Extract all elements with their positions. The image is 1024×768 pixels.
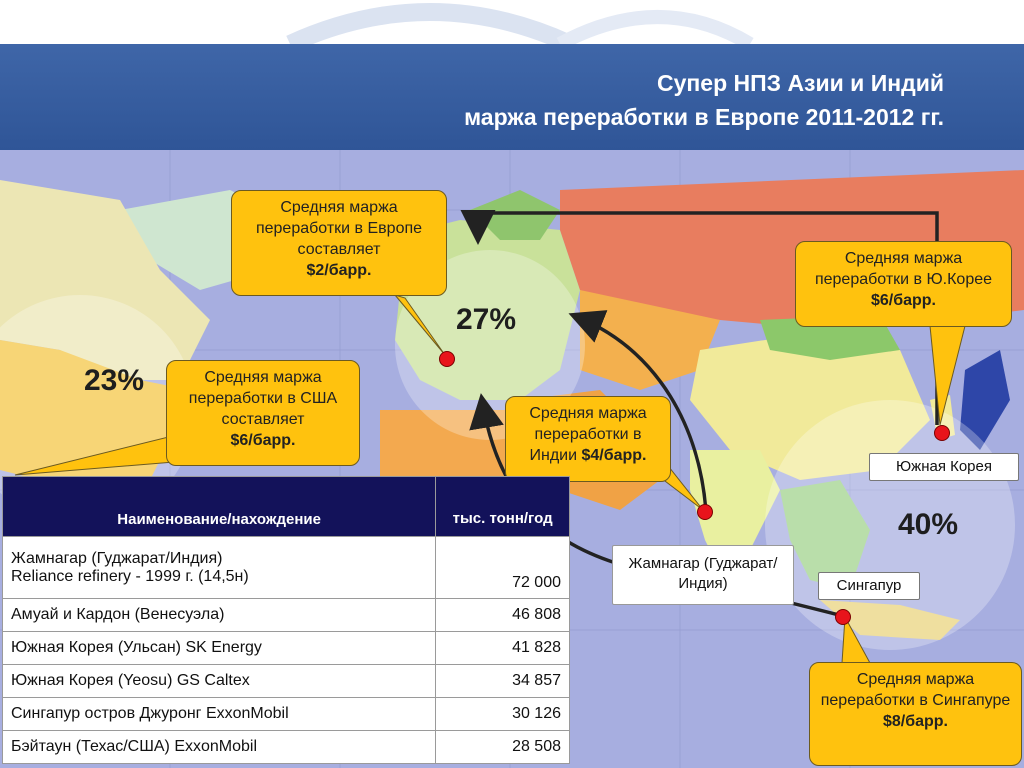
korea-margin-callout: Средняя маржа переработки в Ю.Корее $6/б… [795,241,1012,327]
singapore-margin-text: Средняя маржа переработки в Сингапуре [820,671,1011,709]
asia-share: 40% [898,508,959,541]
refinery-name-cell: Жамнагар (Гуджарат/Индия) Reliance refin… [1,536,437,599]
usa-margin-value: $6/барр. [230,432,296,449]
table-row: Амуай и Кардон (Венесуэла) 46 808 [1,598,570,632]
europe-margin-text: Средняя маржа переработки в Европе соста… [255,199,423,258]
refinery-name-cell: Сингапур остров Джуронг ExxonMobil [1,697,437,731]
decorative-swirl [286,3,754,44]
europe-margin-value: $2/барр. [306,262,372,279]
jamnagar-label: Жамнагар (Гуджарат/Индия) [612,545,794,605]
usa-share: 23% [84,364,145,397]
table-header-row: Наименование/нахождение тыс. тонн/год [1,476,570,537]
refinery-capacity-cell: 46 808 [435,598,570,632]
slide-title: Супер НПЗ Азии и Индий [656,70,944,96]
refinery-table: Наименование/нахождение тыс. тонн/год Жа… [1,476,570,764]
singapore-marker [835,609,851,625]
refinery-name-cell: Бэйтаун (Техас/США) ExxonMobil [1,730,437,764]
usa-margin-callout: Средняя маржа переработки в США составля… [166,360,360,466]
refinery-capacity-cell: 41 828 [435,631,570,665]
singapore-margin-value: $8/барр. [882,713,948,730]
korea-margin-text: Средняя маржа переработки в Ю.Корее [814,250,993,288]
refinery-capacity-cell: 72 000 [435,536,570,599]
slide-subtitle: маржа переработки в Европе 2011-2012 гг. [464,104,944,130]
korea-margin-value: $6/барр. [870,292,936,309]
singapore-label: Сингапур [818,572,920,600]
india-margin-callout: Средняя маржа переработки в Индии $4/бар… [505,396,671,482]
table-header-name: Наименование/нахождение [1,476,437,537]
refinery-name-cell: Южная Корея (Ульсан) SK Energy [1,631,437,665]
south-korea-label: Южная Корея [869,453,1019,481]
refinery-capacity-cell: 30 126 [435,697,570,731]
europe-marker [439,351,455,367]
jamnagar-marker [697,504,713,520]
table-row: Бэйтаун (Техас/США) ExxonMobil 28 508 [1,730,570,764]
table-row: Южная Корея (Yeosu) GS Caltex 34 857 [1,664,570,698]
usa-margin-text: Средняя маржа переработки в США составля… [188,369,338,428]
table-row: Сингапур остров Джуронг ExxonMobil 30 12… [1,697,570,731]
refinery-capacity-cell: 34 857 [435,664,570,698]
top-strip [0,0,1024,44]
south-korea-marker [934,425,950,441]
europe-share: 27% [456,303,517,336]
refinery-name-line2: Reliance refinery - 1999 г. (14,5н) [11,567,249,585]
india-margin-value: $4/барр. [581,447,647,464]
singapore-margin-callout: Средняя маржа переработки в Сингапуре $8… [809,662,1022,766]
table-row: Южная Корея (Ульсан) SK Energy 41 828 [1,631,570,665]
europe-margin-callout: Средняя маржа переработки в Европе соста… [231,190,447,296]
table-row: Жамнагар (Гуджарат/Индия) Reliance refin… [1,536,570,599]
header-band [0,44,1024,150]
refinery-capacity-cell: 28 508 [435,730,570,764]
refinery-name-line1: Жамнагар (Гуджарат/Индия) [11,549,223,567]
refinery-name-cell: Южная Корея (Yeosu) GS Caltex [1,664,437,698]
refinery-name-cell: Амуай и Кардон (Венесуэла) [1,598,437,632]
table-header-capacity: тыс. тонн/год [435,476,570,537]
